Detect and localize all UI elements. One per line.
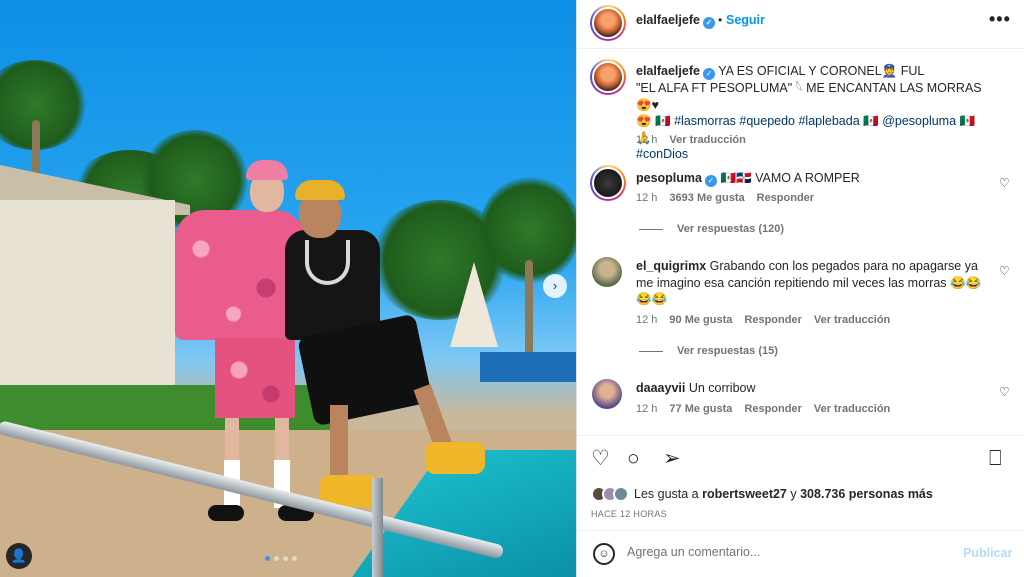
likes-summary: Les gusta a robertsweet27 y 308.736 pers…	[591, 486, 933, 502]
more-options-icon[interactable]: •••	[989, 9, 1011, 30]
hashtag-link[interactable]: #conDios	[636, 147, 688, 161]
follow-button[interactable]: Seguir	[726, 13, 765, 27]
comment-text: daaayvii Un corribow	[636, 381, 756, 395]
bookmark-icon[interactable]: ⎕	[989, 448, 1002, 470]
translate-button[interactable]: Ver traducción	[814, 403, 890, 415]
post-actions: ♡ ○ ➢ ⎕ Les gusta a robertsweet27 y 308.…	[577, 435, 1024, 530]
publish-button[interactable]: Publicar	[963, 546, 1012, 560]
comment-avatar[interactable]	[590, 165, 626, 201]
sea	[480, 352, 576, 382]
likes-count[interactable]: 308.736 personas más	[800, 487, 933, 501]
send-icon[interactable]: ➢	[663, 448, 681, 470]
railing-post	[372, 478, 383, 577]
carousel-dots	[265, 556, 297, 561]
palm-tree	[0, 60, 90, 150]
heart-icon[interactable]: ♡	[999, 176, 1010, 190]
liker-avatar[interactable]	[613, 486, 629, 502]
verified-icon: ✓	[702, 17, 715, 29]
post-header: elalfaeljefe ✓ • Seguir •••	[577, 0, 1024, 49]
verified-icon: ✓	[705, 175, 717, 187]
translate-button[interactable]: Ver traducción	[814, 314, 890, 326]
verified-icon: ✓	[702, 68, 715, 80]
caption-author-avatar[interactable]	[590, 59, 626, 95]
heart-icon[interactable]: ♡	[591, 448, 610, 470]
emoji-icon[interactable]: ☺	[593, 543, 615, 565]
mention-link[interactable]: @pesopluma	[882, 114, 956, 128]
heart-icon[interactable]: ♡	[999, 385, 1010, 399]
liker-username[interactable]: robertsweet27	[702, 487, 787, 501]
reply-button[interactable]: Responder	[757, 192, 814, 204]
comments-list[interactable]: elalfaeljefe ✓ YA ES OFICIAL Y CORONEL👮 F…	[577, 49, 1024, 435]
author-avatar[interactable]	[590, 5, 626, 41]
translate-button[interactable]: Ver traducción	[669, 134, 745, 146]
view-replies-button[interactable]: Ver respuestas (15)	[639, 345, 778, 357]
separator-dot: •	[718, 13, 723, 27]
carousel-next-button[interactable]: ›	[543, 274, 567, 298]
comment-meta: 12 h 3693 Me gusta Responder	[636, 192, 815, 204]
caption-meta: 12 h Ver traducción	[636, 134, 746, 146]
comment-avatar[interactable]	[592, 257, 622, 287]
house	[0, 200, 175, 410]
post-caption: elalfaeljefe ✓ YA ES OFICIAL Y CORONEL👮 F…	[636, 64, 982, 161]
comment-text: el_quigrimx Grabando con los pegados par…	[636, 259, 982, 306]
comment-text: pesopluma ✓ 🇲🇽🇩🇴 VAMO A ROMPER	[636, 171, 860, 187]
comment-input[interactable]	[627, 545, 947, 559]
reply-button[interactable]: Responder	[744, 403, 801, 415]
post-details-panel: elalfaeljefe ✓ • Seguir ••• elalfaeljefe ✓…	[576, 0, 1024, 577]
user-tag-icon[interactable]: 👤	[6, 543, 32, 569]
instagram-post-view: › 👤 elalfaeljefe ✓ • Seguir ••• elalfaelj…	[0, 0, 1024, 577]
post-photo[interactable]: › 👤	[0, 0, 576, 577]
caption-author[interactable]: elalfaeljefe	[636, 64, 700, 78]
person-black-outfit	[285, 180, 485, 520]
comment-meta: 12 h 90 Me gusta Responder Ver traducció…	[636, 314, 891, 326]
hashtag-links[interactable]: #lasmorras #quepedo #laplebada	[674, 114, 860, 128]
comment-icon[interactable]: ○	[627, 448, 640, 470]
reply-button[interactable]: Responder	[744, 314, 801, 326]
author-username[interactable]: elalfaeljefe ✓	[636, 13, 715, 29]
comment-avatar[interactable]	[592, 379, 622, 409]
comment-meta: 12 h 77 Me gusta Responder Ver traducció…	[636, 403, 891, 415]
post-timestamp[interactable]: HACE 12 HORAS	[591, 509, 667, 519]
heart-icon[interactable]: ♡	[999, 264, 1010, 278]
view-replies-button[interactable]: Ver respuestas (120)	[639, 223, 784, 235]
comment-composer: ☺ Publicar	[577, 530, 1024, 577]
